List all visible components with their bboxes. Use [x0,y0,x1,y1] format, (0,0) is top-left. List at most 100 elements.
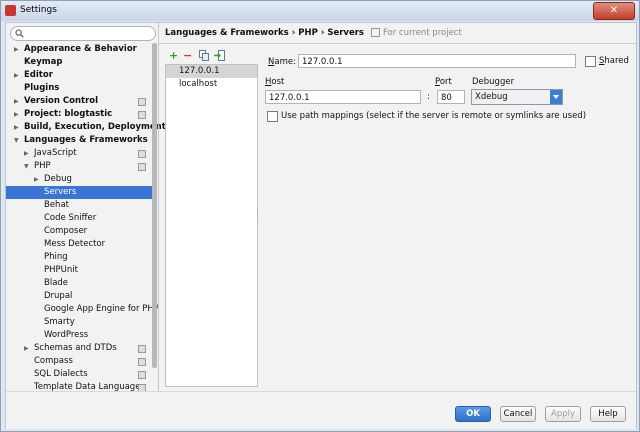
debugger-selected-value: Xdebug [475,92,508,102]
sidebar-item[interactable]: ▼ PHP [6,160,152,173]
port-field[interactable]: 80 [437,90,465,104]
sidebar-item-label: Code Sniffer [44,213,97,223]
sidebar-item[interactable]: Compass [6,355,152,368]
collapsed-arrow-icon[interactable]: ▶ [34,173,39,186]
sidebar-item[interactable]: Google App Engine for PHP [6,303,159,316]
sidebar-item[interactable]: ▶ Build, Execution, Deployment [6,121,166,134]
settings-content: ▶ Appearance & Behavior Keymap ▶ Editor Plugi… [5,22,637,429]
expanded-arrow-icon[interactable]: ▼ [24,160,29,173]
ok-button[interactable]: OK [455,406,491,422]
collapsed-arrow-icon[interactable]: ▶ [14,69,19,82]
sidebar-divider[interactable] [158,23,159,391]
collapsed-arrow-icon[interactable]: ▶ [14,95,19,108]
collapsed-arrow-icon[interactable]: ▶ [14,108,19,121]
settings-sidebar: ▶ Appearance & Behavior Keymap ▶ Editor Plugi… [6,23,166,394]
settings-tree: ▶ Appearance & Behavior Keymap ▶ Editor Plugi… [6,43,166,394]
project-scope-icon [138,163,146,171]
collapsed-arrow-icon[interactable]: ▶ [14,121,19,134]
sidebar-item[interactable]: WordPress [6,329,152,342]
sidebar-item-label: Smarty [44,317,75,327]
host-field[interactable]: 127.0.0.1 [265,90,421,104]
sidebar-item-label: Phing [44,252,68,262]
sidebar-item-label: Mess Detector [44,239,106,249]
sidebar-item[interactable]: ▶ Project: blogtastic [6,108,152,121]
dropdown-button[interactable] [550,90,562,104]
port-label-rest: ort [439,77,452,87]
project-scope-icon [138,358,146,366]
expanded-arrow-icon[interactable]: ▼ [14,134,19,147]
sidebar-item-label: JavaScript [34,148,77,158]
breadcrumb-item: Servers [327,28,364,38]
collapsed-arrow-icon[interactable]: ▶ [14,43,19,56]
path-mappings-label: Use path mappings (select if the server … [281,111,587,121]
sidebar-scrollbar-thumb[interactable] [152,43,157,368]
sidebar-item[interactable]: Mess Detector [6,238,152,251]
sidebar-item-label: Servers [44,187,77,197]
sidebar-item[interactable]: Servers [6,186,152,199]
remove-icon[interactable]: − [183,50,192,62]
shared-label: Shared [599,56,629,66]
sidebar-item[interactable]: Drupal [6,290,152,303]
sidebar-item[interactable]: Keymap [6,56,152,69]
sidebar-item[interactable]: Code Sniffer [6,212,152,225]
sidebar-item-label: SQL Dialects [34,369,88,379]
sidebar-item[interactable]: Composer [6,225,152,238]
name-label: Name: [268,57,296,67]
name-field[interactable]: 127.0.0.1 [298,54,576,68]
sidebar-item-label: Blade [44,278,69,288]
sidebar-item[interactable]: PHPUnit [6,264,152,277]
sidebar-item-label: Composer [44,226,88,236]
collapsed-arrow-icon[interactable]: ▶ [24,342,29,355]
sidebar-item[interactable]: ▶ Schemas and DTDs [6,342,152,355]
shared-checkbox[interactable] [585,56,596,67]
copy-icon[interactable] [199,50,209,64]
sidebar-item[interactable]: ▶ Appearance & Behavior [6,43,152,56]
sidebar-item[interactable]: SQL Dialects [6,368,152,381]
server-list-item[interactable]: localhost [166,78,257,91]
sidebar-item-label: Keymap [24,57,63,67]
path-mappings-checkbox[interactable] [267,111,278,122]
sidebar-item[interactable]: ▶ Editor [6,69,152,82]
project-scope-icon [138,345,146,353]
project-scope-icon [138,98,146,106]
debugger-select[interactable]: Xdebug [471,89,563,105]
project-scope-icon [138,111,146,119]
sidebar-item-label: PHPUnit [44,265,78,275]
sidebar-item[interactable]: Phing [6,251,152,264]
panel-splitter-handle[interactable] [257,208,261,222]
sidebar-item-label: Build, Execution, Deployment [24,122,166,132]
breadcrumb-item: PHP [298,28,318,38]
sidebar-item[interactable]: Behat [6,199,152,212]
help-button[interactable]: Help [590,406,626,422]
search-icon [15,29,24,38]
close-button[interactable]: ✕ [593,2,635,20]
sidebar-item-label: PHP [34,161,51,171]
sidebar-item[interactable]: Smarty [6,316,152,329]
sidebar-item[interactable]: ▶ Debug [6,173,152,186]
sidebar-item-label: Plugins [24,83,60,93]
host-label: Host [265,77,285,87]
sidebar-item-label: Languages & Frameworks [24,135,148,145]
sidebar-item[interactable]: ▶ JavaScript [6,147,152,160]
settings-search-input[interactable] [10,26,156,41]
sidebar-item-label: WordPress [44,330,89,340]
add-icon[interactable]: + [169,50,178,62]
server-list-item[interactable]: 127.0.0.1 [166,65,257,78]
project-scope-icon [138,371,146,379]
name-label-rest: ame: [274,57,296,67]
sidebar-item-label: Schemas and DTDs [34,343,117,353]
dialog-footer: OK Cancel Apply Help [6,391,636,429]
sidebar-item-label: Drupal [44,291,73,301]
apply-button[interactable]: Apply [545,406,581,422]
sidebar-item[interactable]: ▶ Version Control [6,95,152,108]
sidebar-item[interactable]: Blade [6,277,152,290]
collapsed-arrow-icon[interactable]: ▶ [24,147,29,160]
sidebar-item-label: Project: blogtastic [24,109,113,119]
sidebar-item-label: Debug [44,174,72,184]
cancel-button[interactable]: Cancel [500,406,536,422]
import-icon[interactable] [214,50,225,64]
breadcrumb-separator: › [320,28,325,38]
sidebar-scrollbar[interactable] [152,43,157,391]
sidebar-item[interactable]: ▼ Languages & Frameworks [6,134,152,147]
sidebar-item[interactable]: Plugins [6,82,152,95]
